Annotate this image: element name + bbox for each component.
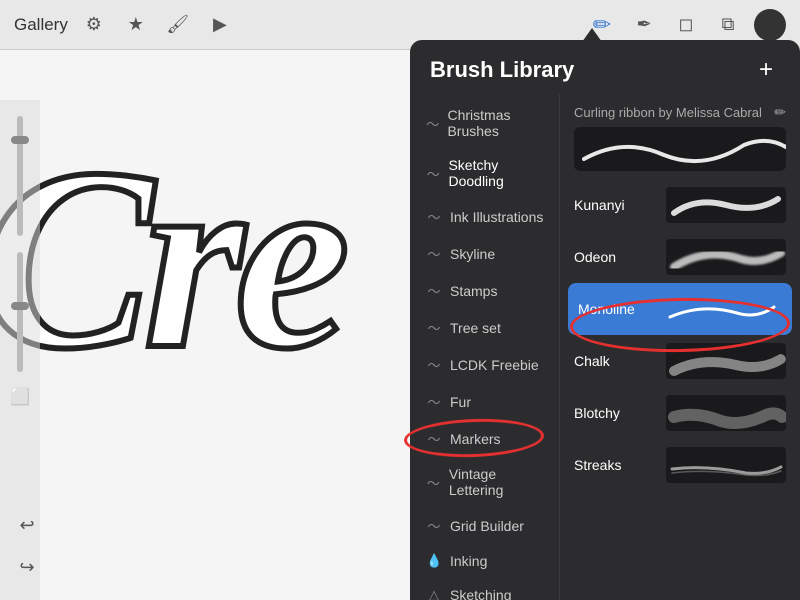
- odeon-info: Odeon: [574, 249, 656, 265]
- toolbar-left: Gallery ⚙ ★ 🖌 ▶: [14, 9, 236, 41]
- brush-header-curling: Curling ribbon by Melissa Cabral ✏: [560, 100, 800, 123]
- vintage-icon: 〜: [426, 473, 441, 492]
- undo-button[interactable]: ↩: [10, 508, 44, 542]
- category-stamps[interactable]: 〜 Stamps: [410, 272, 559, 309]
- chalk-name: Chalk: [574, 353, 656, 369]
- stamps-icon: 〜: [426, 281, 442, 300]
- eraser-icon[interactable]: ◻: [670, 9, 702, 41]
- layers-icon[interactable]: ⧉: [712, 9, 744, 41]
- bottom-tools: ↩ ↪: [10, 508, 44, 584]
- add-brush-button[interactable]: +: [752, 56, 780, 84]
- blotchy-preview: [666, 395, 786, 431]
- grid-icon: 〜: [426, 516, 442, 535]
- toolbar-right: ✏ ✒ ◻ ⧉: [586, 9, 786, 41]
- lcdk-icon: 〜: [426, 355, 442, 374]
- christmas-icon: 〜: [426, 114, 439, 133]
- category-skyline[interactable]: 〜 Skyline: [410, 235, 559, 272]
- kunanyi-name: Kunanyi: [574, 197, 656, 213]
- send-icon[interactable]: ▶: [204, 9, 236, 41]
- kunanyi-info: Kunanyi: [574, 197, 656, 213]
- streaks-info: Streaks: [574, 457, 656, 473]
- edit-icon[interactable]: ✏: [774, 104, 786, 121]
- streaks-name: Streaks: [574, 457, 656, 473]
- brush-library-body: 〜 Christmas Brushes 〜 Sketchy Doodling 〜…: [410, 94, 800, 600]
- brush-odeon[interactable]: Odeon: [560, 231, 800, 283]
- gallery-button[interactable]: Gallery: [14, 15, 68, 35]
- ink-icon: 〜: [426, 207, 442, 226]
- smudge-icon[interactable]: ✒: [628, 9, 660, 41]
- odeon-preview: [666, 239, 786, 275]
- monoline-name: Monoline: [578, 301, 652, 317]
- canvas-lettering: Cre: [0, 110, 340, 409]
- category-tree[interactable]: 〜 Tree set: [410, 309, 559, 346]
- brush-kunanyi[interactable]: Kunanyi: [560, 179, 800, 231]
- brush-library-title: Brush Library: [430, 57, 574, 83]
- avatar[interactable]: [754, 9, 786, 41]
- category-sketchy[interactable]: 〜 Sketchy Doodling: [410, 148, 559, 198]
- inking-icon: 💧: [426, 553, 442, 569]
- panel-pointer: [582, 28, 602, 42]
- opacity-slider[interactable]: [17, 252, 23, 372]
- tree-icon: 〜: [426, 318, 442, 337]
- brush-monoline[interactable]: Monoline: [568, 283, 792, 335]
- monoline-info: Monoline: [578, 301, 652, 317]
- brush-categories: 〜 Christmas Brushes 〜 Sketchy Doodling 〜…: [410, 94, 560, 600]
- skyline-icon: 〜: [426, 244, 442, 263]
- category-vintage[interactable]: 〜 Vintage Lettering: [410, 457, 559, 507]
- category-lcdk[interactable]: 〜 LCDK Freebie: [410, 346, 559, 383]
- brush-chalk[interactable]: Chalk: [560, 335, 800, 387]
- brush-tool-icon[interactable]: 🖌: [162, 9, 194, 41]
- blotchy-name: Blotchy: [574, 405, 656, 421]
- category-christmas[interactable]: 〜 Christmas Brushes: [410, 98, 559, 148]
- category-sketching[interactable]: △ Sketching: [410, 578, 559, 600]
- brush-library-panel: Brush Library + 〜 Christmas Brushes 〜 Sk…: [410, 40, 800, 600]
- kunanyi-preview: [666, 187, 786, 223]
- streaks-preview: [666, 447, 786, 483]
- sketchy-icon: 〜: [426, 164, 440, 183]
- category-inking[interactable]: 💧 Inking: [410, 544, 559, 578]
- category-grid[interactable]: 〜 Grid Builder: [410, 507, 559, 544]
- odeon-name: Odeon: [574, 249, 656, 265]
- fur-icon: 〜: [426, 392, 442, 411]
- curling-brush-label: Curling ribbon by Melissa Cabral: [574, 105, 764, 120]
- category-fur[interactable]: 〜 Fur: [410, 383, 559, 420]
- monoline-preview: [662, 291, 782, 327]
- redo-button[interactable]: ↪: [10, 550, 44, 584]
- wrench-icon[interactable]: ⚙: [78, 9, 110, 41]
- color-dropper-icon[interactable]: ⬜: [5, 382, 35, 412]
- brush-library-header: Brush Library +: [410, 40, 800, 94]
- brush-blotchy[interactable]: Blotchy: [560, 387, 800, 439]
- magic-icon[interactable]: ★: [120, 9, 152, 41]
- category-markers[interactable]: 〜 Markers: [410, 420, 559, 457]
- chalk-info: Chalk: [574, 353, 656, 369]
- chalk-preview: [666, 343, 786, 379]
- sketching-icon: △: [426, 587, 442, 600]
- brush-streaks[interactable]: Streaks: [560, 439, 800, 491]
- blotchy-info: Blotchy: [574, 405, 656, 421]
- size-slider[interactable]: [17, 116, 23, 236]
- brush-list: Curling ribbon by Melissa Cabral ✏ Kunan…: [560, 94, 800, 600]
- category-ink[interactable]: 〜 Ink Illustrations: [410, 198, 559, 235]
- markers-icon: 〜: [426, 429, 442, 448]
